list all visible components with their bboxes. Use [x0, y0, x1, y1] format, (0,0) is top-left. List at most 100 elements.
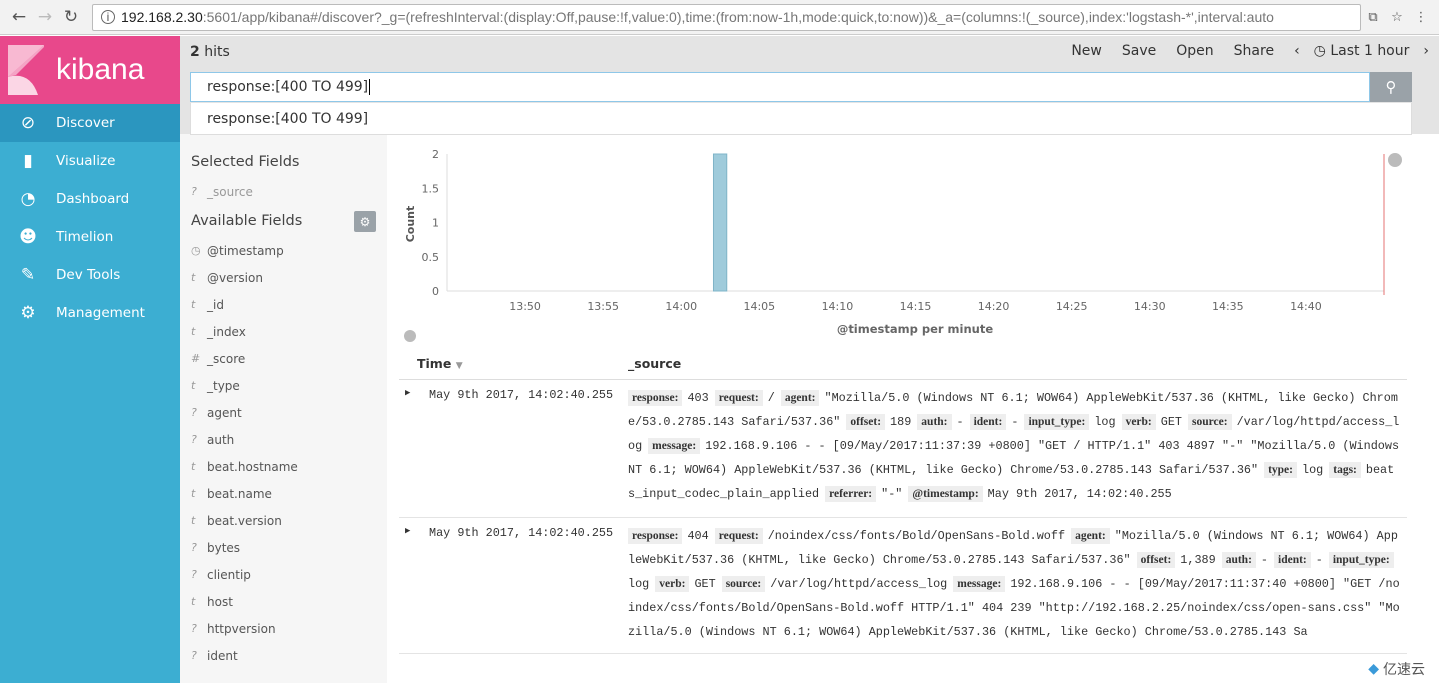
translate-icon[interactable]: ⧉ [1361, 10, 1385, 25]
source-key: @timestamp: [908, 486, 983, 502]
field-type-icon: ? [191, 185, 197, 198]
field-item[interactable]: t @version [191, 264, 387, 291]
address-bar[interactable]: i 192.168.2.30:5601/app/kibana#/discover?… [92, 3, 1361, 31]
field-name: ident [207, 648, 238, 663]
top-menu: New Save Open Share ‹ ◷ Last 1 hour › [1051, 43, 1429, 59]
forward-icon[interactable]: → [32, 7, 58, 27]
field-type-icon: t [191, 271, 196, 284]
nav-item-label: Dashboard [56, 191, 130, 207]
nav-item-label: Discover [56, 115, 115, 131]
time-back-icon[interactable]: ‹ [1294, 43, 1300, 59]
expand-row-icon[interactable]: ▶ [405, 526, 410, 536]
search-value: response:[400 TO 499] [207, 79, 369, 95]
kibana-logo[interactable]: kibana [0, 36, 180, 104]
url-host: 192.168.2.30 [121, 9, 203, 25]
field-item[interactable]: t host [191, 588, 387, 615]
menu-icon[interactable]: ⋮ [1409, 10, 1433, 25]
field-type-icon: t [191, 379, 196, 392]
field-item[interactable]: t _id [191, 291, 387, 318]
source-value: log [628, 577, 650, 591]
time-column-header[interactable]: Time ▼ [417, 356, 463, 371]
text-caret [369, 79, 371, 95]
nav-item-management[interactable]: ⚙ Management [0, 294, 180, 332]
field-item[interactable]: ◷ @timestamp [191, 237, 387, 264]
field-type-icon: # [191, 352, 201, 365]
sort-icon[interactable]: ▼ [456, 361, 463, 371]
nav-item-timelion[interactable]: ☻ Timelion [0, 218, 180, 256]
back-icon[interactable]: ← [6, 7, 32, 27]
field-item[interactable]: ? auth [191, 426, 387, 453]
watermark-logo-icon: ◆ [1368, 661, 1379, 677]
field-item[interactable]: ? httpversion [191, 615, 387, 642]
source-key: input_type: [1024, 414, 1090, 430]
row-time: May 9th 2017, 14:02:40.255 [429, 388, 614, 402]
expand-row-icon[interactable]: ▶ [405, 388, 410, 398]
field-name: bytes [207, 540, 241, 555]
histogram-chart[interactable]: 0 0.5 1 1.5 2 13:50 13:55 14:00 14:05 14:10 14:15 1… [387, 134, 1439, 344]
collapse-chart-icon [404, 330, 416, 342]
nav-item-dev-tools[interactable]: ✎ Dev Tools [0, 256, 180, 294]
field-item[interactable]: ? ident [191, 642, 387, 669]
gear-icon: ⚙ [20, 303, 36, 323]
field-name: _source [207, 184, 253, 199]
nav-item-visualize[interactable]: ▮ Visualize [0, 142, 180, 180]
search-suggestion[interactable]: response:[400 TO 499] [190, 103, 1412, 135]
save-button[interactable]: Save [1122, 43, 1156, 59]
y-tick-label: 0.5 [422, 251, 440, 264]
source-value: GET [694, 577, 716, 591]
source-value: May 9th 2017, 14:02:40.255 [987, 487, 1172, 501]
field-item[interactable]: t _type [191, 372, 387, 399]
new-button[interactable]: New [1071, 43, 1102, 59]
source-key: source: [1188, 414, 1232, 430]
time-forward-icon[interactable]: › [1423, 43, 1429, 59]
nav-item-label: Visualize [56, 153, 116, 169]
source-key: ident: [1274, 552, 1311, 568]
field-name: beat.name [207, 486, 272, 501]
field-item[interactable]: ? clientip [191, 561, 387, 588]
nav-item-label: Management [56, 305, 145, 321]
source-value: 403 [687, 391, 709, 405]
share-button[interactable]: Share [1234, 43, 1274, 59]
field-type-icon: t [191, 460, 196, 473]
field-settings-gear-icon[interactable]: ⚙ [354, 211, 376, 232]
time-picker[interactable]: ◷ Last 1 hour [1314, 43, 1410, 59]
search-input[interactable]: response:[400 TO 499] [190, 72, 1370, 102]
row-source: response: 404 request: /noindex/css/fonts/B… [628, 524, 1400, 644]
source-key: message: [953, 576, 1006, 592]
search-icon: ⚲ [1385, 78, 1397, 96]
field-name: httpversion [207, 621, 276, 636]
field-list: Selected Fields ? _source Available Field… [180, 134, 387, 683]
field-item[interactable]: ? bytes [191, 534, 387, 561]
field-item[interactable]: t beat.version [191, 507, 387, 534]
bookmark-star-icon[interactable]: ☆ [1385, 10, 1409, 25]
field-item[interactable]: # _score [191, 345, 387, 372]
x-tick-label: 14:30 [1134, 300, 1166, 313]
field-type-icon: t [191, 514, 196, 527]
source-key: input_type: [1328, 552, 1394, 568]
field-name: _id [207, 297, 224, 312]
source-key: verb: [1121, 414, 1156, 430]
field-item[interactable]: t _index [191, 318, 387, 345]
source-key: source: [721, 576, 766, 592]
time-picker-label: Last 1 hour [1330, 43, 1410, 59]
nav-item-discover[interactable]: ⊘ Discover [0, 104, 180, 142]
field-item[interactable]: ? _source [191, 178, 387, 205]
field-item[interactable]: t beat.name [191, 480, 387, 507]
source-key: referrer: [825, 486, 877, 502]
field-item[interactable]: t beat.hostname [191, 453, 387, 480]
field-type-icon: ? [191, 433, 197, 446]
field-type-icon: ? [191, 568, 197, 581]
info-icon[interactable]: i [101, 10, 115, 24]
field-item[interactable]: ? agent [191, 399, 387, 426]
nav-list: ⊘ Discover ▮ Visualize ◔ Dashboard ☻ Timelion ✎ D… [0, 104, 180, 332]
field-name: _index [207, 324, 246, 339]
x-tick-label: 14:10 [822, 300, 854, 313]
source-value: GET [1160, 415, 1182, 429]
reload-icon[interactable]: ↻ [58, 7, 84, 27]
dashboard-icon: ◔ [20, 189, 36, 209]
search-button[interactable]: ⚲ [1370, 72, 1412, 102]
nav-item-dashboard[interactable]: ◔ Dashboard [0, 180, 180, 218]
open-button[interactable]: Open [1176, 43, 1213, 59]
source-key: agent: [1071, 528, 1110, 544]
source-value: 404 [687, 529, 709, 543]
